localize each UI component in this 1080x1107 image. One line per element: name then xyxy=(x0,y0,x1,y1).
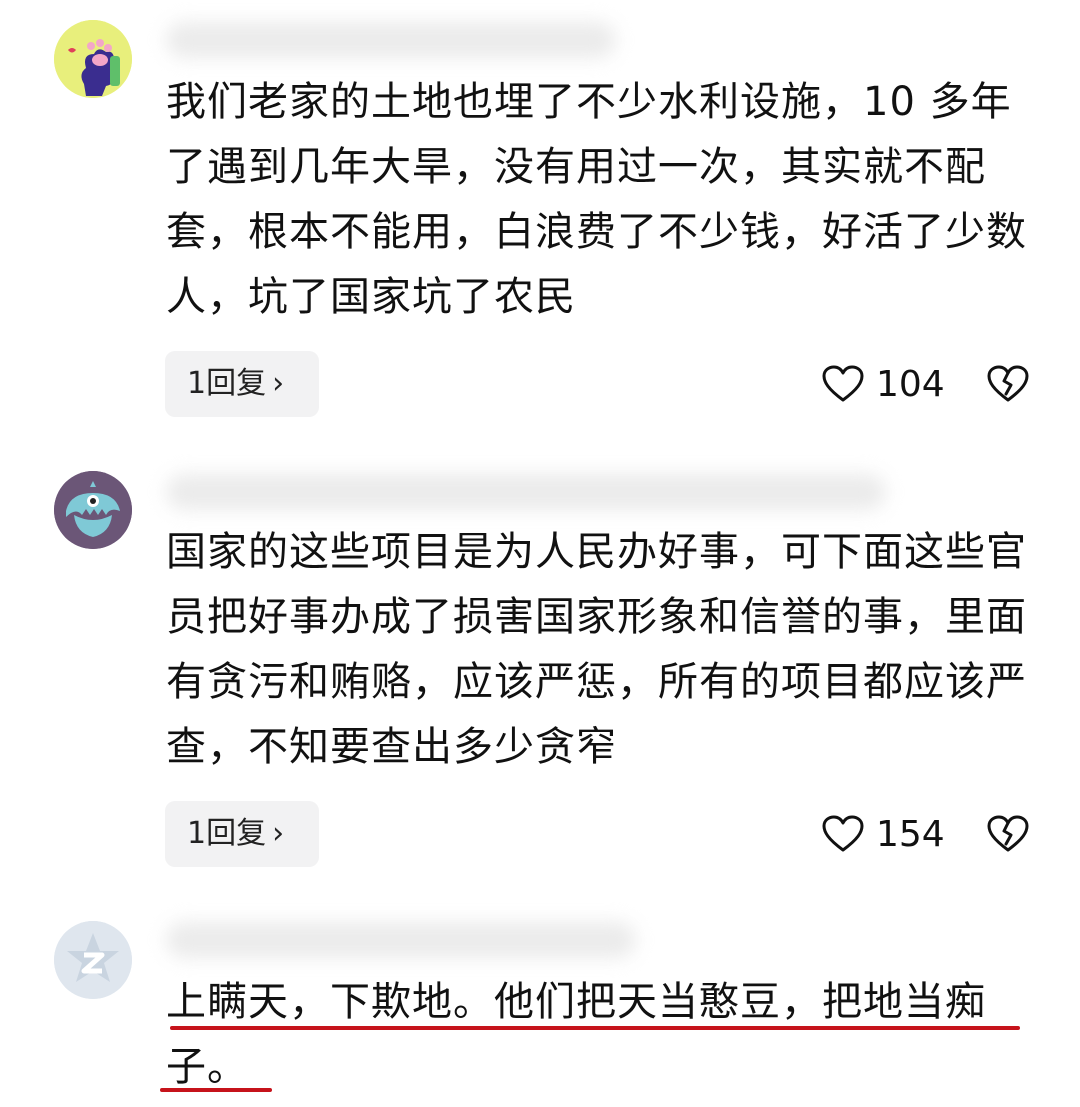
highlight-underline xyxy=(170,1026,1020,1030)
avatar[interactable] xyxy=(54,20,132,98)
dislike-button[interactable] xyxy=(986,801,1030,867)
like-button[interactable]: 104 xyxy=(822,351,945,417)
avatar[interactable] xyxy=(54,921,132,999)
reply-label: 1回复 xyxy=(187,816,267,851)
reply-button[interactable]: 1回复 › xyxy=(165,801,319,867)
heart-icon xyxy=(822,815,864,852)
comment-text: 上瞒天，下欺地。他们把天当憨豆，把地当痴子。 xyxy=(166,979,986,1090)
heart-icon xyxy=(822,365,864,402)
dislike-button[interactable] xyxy=(986,351,1030,417)
broken-heart-icon xyxy=(987,365,1029,402)
highlight-underline xyxy=(160,1088,272,1092)
broken-heart-icon xyxy=(987,815,1029,852)
comment-meta-blurred xyxy=(166,22,616,58)
monster-icon xyxy=(54,471,132,549)
avatar[interactable] xyxy=(54,471,132,549)
like-count: 154 xyxy=(876,813,945,855)
comment-meta-blurred xyxy=(166,922,636,958)
like-button[interactable]: 154 xyxy=(822,801,945,867)
comment-meta-blurred xyxy=(166,474,886,510)
reply-label: 1回复 xyxy=(187,366,267,401)
like-count: 104 xyxy=(876,363,945,405)
star-z-icon xyxy=(54,921,132,999)
paw-icon xyxy=(54,20,132,98)
chevron-right-icon: › xyxy=(272,816,285,851)
chevron-right-icon: › xyxy=(272,366,285,401)
reply-button[interactable]: 1回复 › xyxy=(165,351,319,417)
comment-text: 我们老家的土地也埋了不少水利设施，10 多年了遇到几年大旱，没有用过一次，其实就… xyxy=(166,79,1027,320)
comment-text: 国家的这些项目是为人民办好事，可下面这些官员把好事办成了损害国家形象和信誉的事，… xyxy=(166,529,1027,770)
